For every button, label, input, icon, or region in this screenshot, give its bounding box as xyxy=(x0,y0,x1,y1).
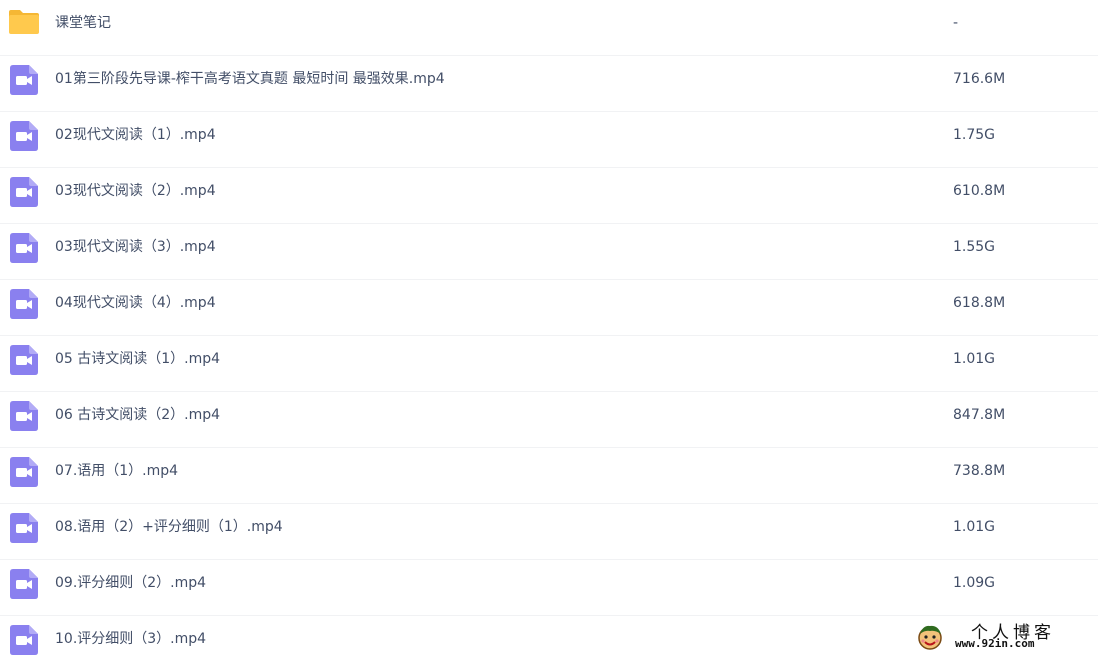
file-row[interactable]: 02现代文阅读（1）.mp4 1.75G xyxy=(0,112,1098,168)
file-size: 1.01G xyxy=(953,519,996,535)
file-name[interactable]: 08.语用（2）+评分细则（1）.mp4 xyxy=(55,504,283,550)
file-row[interactable]: 09.评分细则（2）.mp4 1.09G xyxy=(0,560,1098,616)
file-row[interactable]: 01第三阶段先导课-榨干高考语文真题 最短时间 最强效果.mp4 716.6M xyxy=(0,56,1098,112)
file-row[interactable]: 07.语用（1）.mp4 738.8M xyxy=(0,448,1098,504)
file-name[interactable]: 05 古诗文阅读（1）.mp4 xyxy=(55,336,220,382)
file-size: 716.6M xyxy=(953,71,1006,87)
file-name[interactable]: 04现代文阅读（4）.mp4 xyxy=(55,280,216,326)
file-name[interactable]: 09.评分细则（2）.mp4 xyxy=(55,560,206,606)
video-file-icon xyxy=(10,401,40,431)
file-name[interactable]: 07.语用（1）.mp4 xyxy=(55,448,178,494)
video-file-icon xyxy=(10,569,40,599)
file-row[interactable]: 04现代文阅读（4）.mp4 618.8M xyxy=(0,280,1098,336)
file-size: 618.8M xyxy=(953,295,1006,311)
file-size: 738.8M xyxy=(953,463,1006,479)
file-size: 847.8M xyxy=(953,407,1006,423)
folder-icon xyxy=(8,9,39,39)
video-file-icon xyxy=(10,65,40,95)
file-row[interactable]: 03现代文阅读（2）.mp4 610.8M xyxy=(0,168,1098,224)
video-file-icon xyxy=(10,289,40,319)
video-file-icon xyxy=(10,177,40,207)
mascot-icon xyxy=(915,622,945,652)
file-name[interactable]: 01第三阶段先导课-榨干高考语文真题 最短时间 最强效果.mp4 xyxy=(55,56,445,102)
file-name[interactable]: 10.评分细则（3）.mp4 xyxy=(55,616,206,657)
file-name[interactable]: 02现代文阅读（1）.mp4 xyxy=(55,112,216,158)
file-row[interactable]: 课堂笔记 - xyxy=(0,0,1098,56)
file-size: - xyxy=(953,15,959,31)
file-row[interactable]: 06 古诗文阅读（2）.mp4 847.8M xyxy=(0,392,1098,448)
file-list: 课堂笔记 - 01第三阶段先导课-榨干高考语文真题 最短时间 最强效果.mp4 716… xyxy=(0,0,1098,657)
file-row[interactable]: 03现代文阅读（3）.mp4 1.55G xyxy=(0,224,1098,280)
watermark-url: www.92in.com xyxy=(955,637,1035,650)
file-row[interactable]: 05 古诗文阅读（1）.mp4 1.01G xyxy=(0,336,1098,392)
file-name[interactable]: 06 古诗文阅读（2）.mp4 xyxy=(55,392,220,438)
video-file-icon xyxy=(10,457,40,487)
file-size: 1.75G xyxy=(953,127,996,143)
file-size: 1.01G xyxy=(953,351,996,367)
video-file-icon xyxy=(10,345,40,375)
file-name[interactable]: 03现代文阅读（3）.mp4 xyxy=(55,224,216,270)
video-file-icon xyxy=(10,121,40,151)
video-file-icon xyxy=(10,233,40,263)
file-name[interactable]: 课堂笔记 xyxy=(55,0,111,46)
file-size: 610.8M xyxy=(953,183,1006,199)
file-row[interactable]: 08.语用（2）+评分细则（1）.mp4 1.01G xyxy=(0,504,1098,560)
file-size: 1.09G xyxy=(953,575,996,591)
watermark: 个人博客 www.92in.com xyxy=(915,618,1085,654)
file-name[interactable]: 03现代文阅读（2）.mp4 xyxy=(55,168,216,214)
video-file-icon xyxy=(10,513,40,543)
file-size: 1.55G xyxy=(953,239,996,255)
video-file-icon xyxy=(10,625,40,655)
